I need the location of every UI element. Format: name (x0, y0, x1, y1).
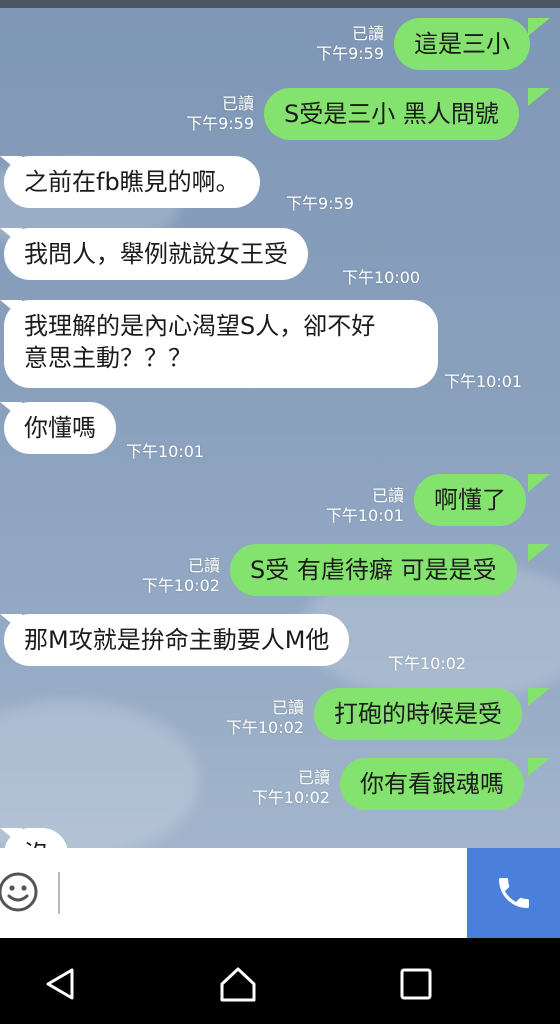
recents-icon[interactable] (394, 962, 438, 1006)
status-bar-edge (0, 0, 560, 8)
message-text: 你有看銀魂嗎 (360, 770, 504, 798)
background-cloud (0, 700, 200, 848)
message-text: 你懂嗎 (24, 414, 96, 442)
message-text: 我問人，舉例就說女王受 (24, 240, 288, 268)
message-text: 之前在fb瞧見的啊。 (24, 168, 240, 196)
outgoing-message[interactable]: S受 有虐待癖 可是是受 (230, 544, 517, 596)
message-text: 打砲的時候是受 (334, 700, 502, 728)
message-text: 啊懂了 (434, 486, 506, 514)
message-time: 下午10:00 (342, 268, 421, 287)
message-time: 下午10:01 (126, 442, 205, 461)
back-icon[interactable] (38, 962, 82, 1006)
outgoing-message[interactable]: 啊懂了 (414, 474, 526, 526)
outgoing-message[interactable]: 你有看銀魂嗎 (340, 758, 524, 810)
emoji-icon[interactable] (0, 870, 40, 914)
home-icon[interactable] (216, 962, 260, 1006)
message-meta: 已讀 下午10:02 (251, 768, 330, 807)
message-meta: 已讀 下午10:02 (141, 556, 220, 595)
bubble-tail (528, 688, 550, 706)
message-meta: 已讀 下午10:02 (225, 698, 304, 737)
outgoing-message[interactable]: 打砲的時候是受 (314, 688, 522, 740)
bubble-tail (528, 18, 550, 36)
bubble-tail (528, 88, 550, 106)
message-text: 意思主動？？？ (24, 344, 192, 372)
message-time: 下午10:02 (388, 654, 467, 673)
bubble-tail (528, 474, 550, 492)
message-time: 下午9:59 (286, 194, 354, 213)
message-text: 沒 (24, 840, 48, 848)
incoming-message[interactable]: 那M攻就是拚命主動要人M他 (4, 614, 350, 666)
message-text: 那M攻就是拚命主動要人M他 (24, 626, 330, 654)
incoming-message[interactable]: 我理解的是內心渴望S人，卻不好 意思主動？？？ (4, 300, 438, 388)
outgoing-message[interactable]: S受是三小 黑人問號 (264, 88, 519, 140)
outgoing-message[interactable]: 這是三小 (394, 18, 530, 70)
incoming-message[interactable]: 我問人，舉例就說女王受 (4, 228, 308, 280)
message-text: S受 有虐待癖 可是是受 (250, 556, 497, 584)
message-text: S受是三小 黑人問號 (284, 100, 499, 128)
message-text: 這是三小 (414, 30, 510, 58)
incoming-message[interactable]: 你懂嗎 (4, 402, 116, 454)
message-input-field[interactable] (58, 872, 60, 914)
incoming-message[interactable]: 之前在fb瞧見的啊。 (4, 156, 260, 208)
call-button[interactable] (467, 848, 560, 938)
message-text: 我理解的是內心渴望S人，卻不好 (24, 312, 376, 340)
message-meta: 已讀 下午9:59 (186, 94, 254, 133)
message-time: 下午10:01 (444, 372, 523, 391)
message-meta: 已讀 下午9:59 (316, 24, 384, 63)
chat-area[interactable]: 已讀 下午9:59 這是三小 已讀 下午9:59 S受是三小 黑人問號 之前在fb瞧… (0, 0, 560, 848)
bubble-tail (528, 544, 550, 562)
message-meta: 已讀 下午10:01 (325, 486, 404, 525)
phone-icon (498, 878, 529, 908)
bubble-tail (528, 758, 550, 776)
system-navigation-bar (0, 938, 560, 1024)
